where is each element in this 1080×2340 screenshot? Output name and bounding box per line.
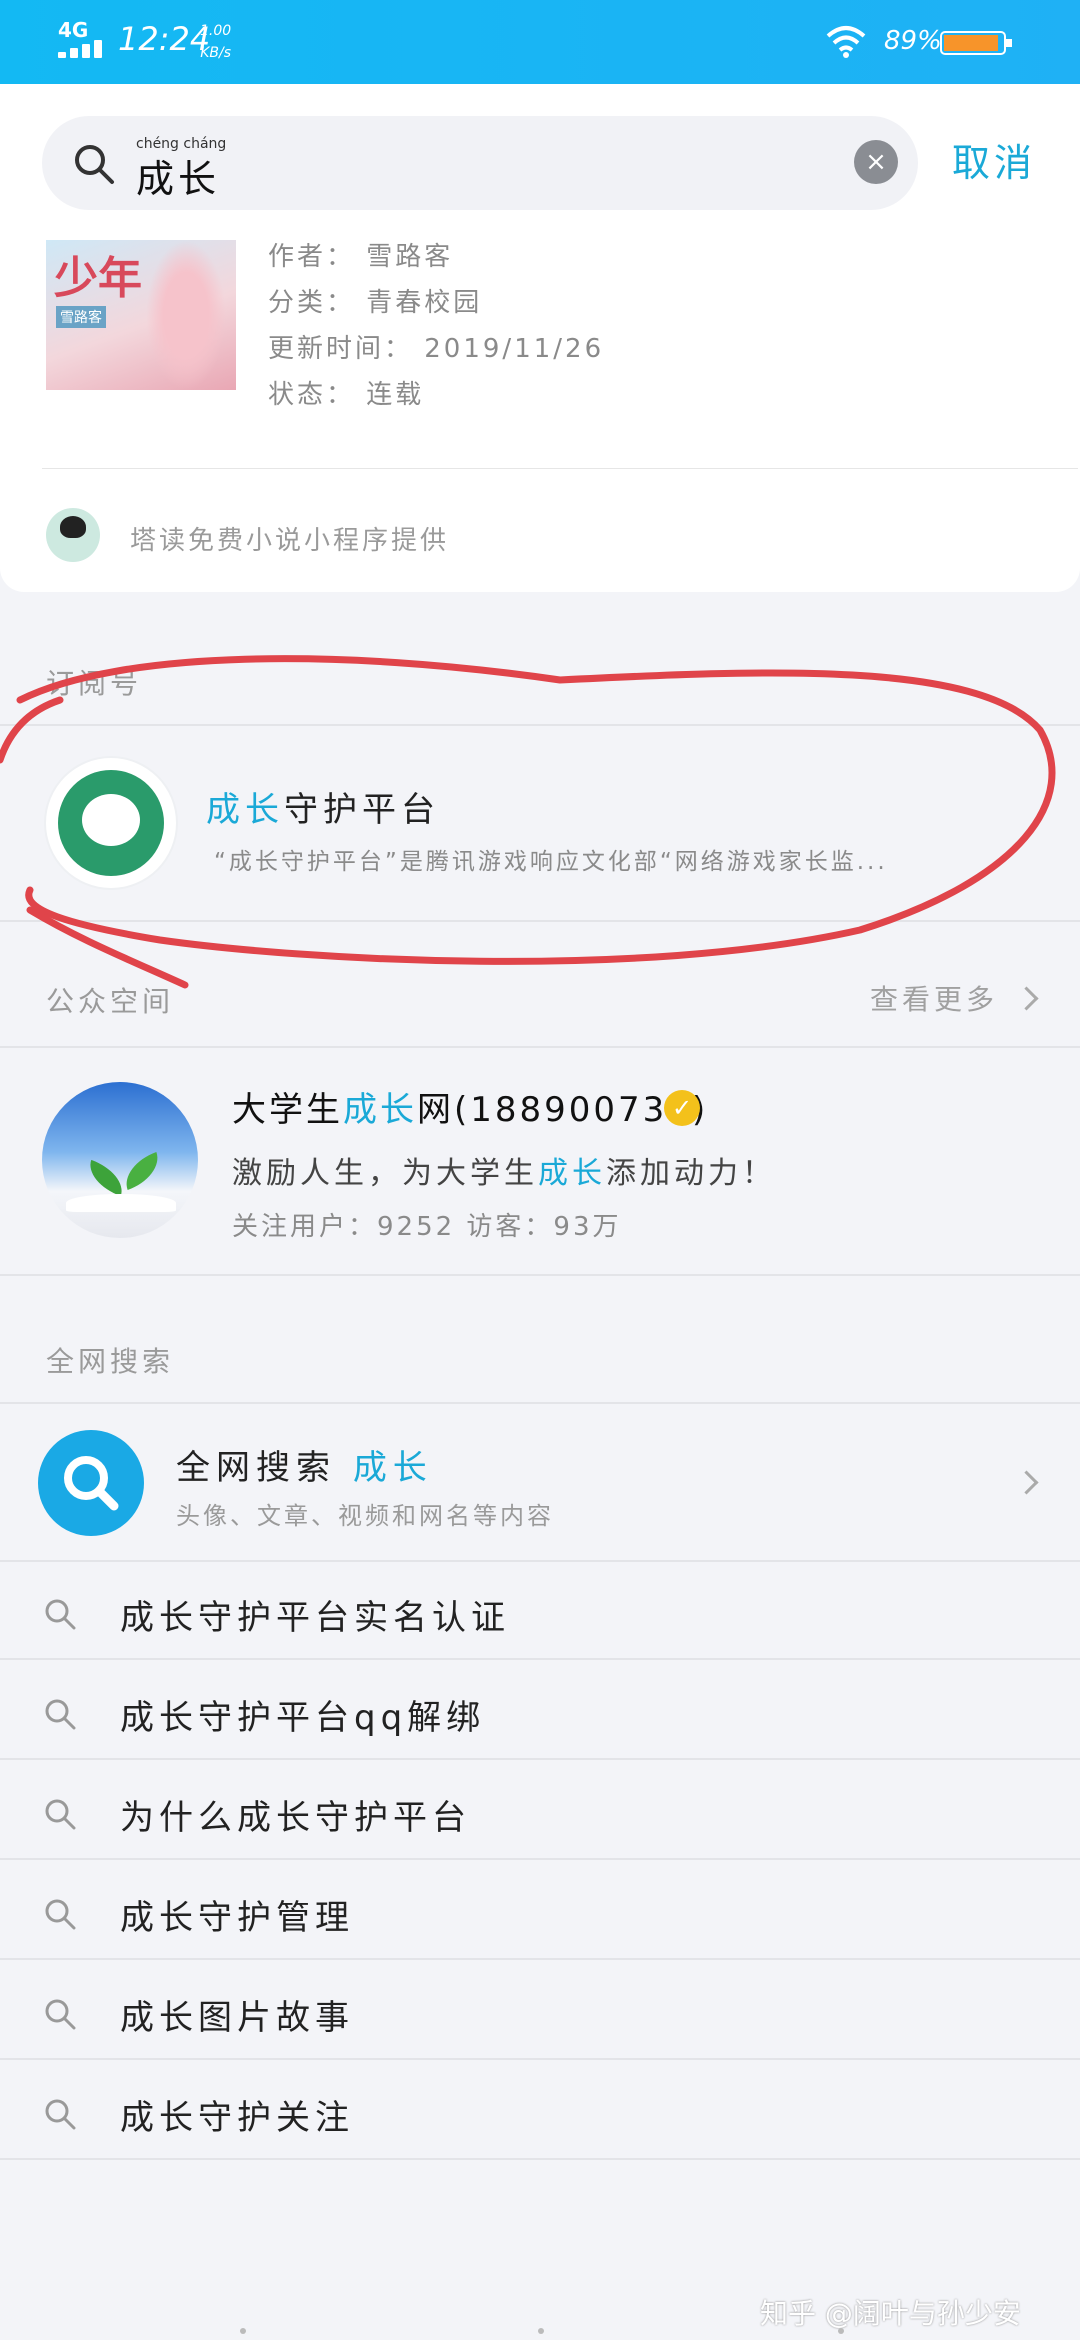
subscription-description: “成长守护平台”是腾讯游戏响应文化部“网络游戏家长监... <box>214 849 888 875</box>
network-speed: 1.00 KB/s <box>200 23 232 61</box>
battery-icon <box>940 31 1012 55</box>
provider-avatar <box>46 508 100 562</box>
suggestion-text: 成长守护平台qq解绑 <box>120 1698 486 1738</box>
wifi-icon <box>826 26 866 58</box>
suggestion-item[interactable]: 为什么成长守护平台 <box>0 1764 1080 1860</box>
chevron-right-icon <box>1014 986 1039 1011</box>
book-author: 作者： 雪路客 <box>268 242 454 272</box>
top-card: chéng cháng 成长 × 取消 少年 雪路客 作者： 雪路客 分类： 青… <box>0 84 1080 592</box>
suggestion-text: 成长守护关注 <box>120 2098 354 2138</box>
section-public-space-title: 公众空间 <box>46 985 175 1018</box>
suggestion-item[interactable]: 成长守护平台实名认证 <box>0 1564 1080 1660</box>
search-icon <box>45 1799 76 1830</box>
view-more-link[interactable]: 查看更多 <box>870 978 998 1018</box>
signal-icon <box>58 40 104 58</box>
section-web-search-title: 全网搜索 <box>46 1345 175 1378</box>
public-space-description: 激励人生，为大学生成长添加动力！ <box>232 1156 776 1191</box>
subscription-name: 成长守护平台 <box>206 790 440 830</box>
suggestion-text: 成长守护管理 <box>120 1898 354 1938</box>
battery-percent: 89% <box>884 26 942 56</box>
suggestion-text: 成长守护平台实名认证 <box>120 1598 510 1638</box>
book-cover[interactable]: 少年 雪路客 <box>46 240 236 390</box>
public-space-avatar <box>42 1082 198 1238</box>
search-input[interactable]: chéng cháng 成长 × <box>42 116 918 210</box>
cancel-button[interactable]: 取消 <box>952 132 1036 187</box>
suggestion-item[interactable]: 成长图片故事 <box>0 1964 1080 2060</box>
web-search-icon <box>38 1430 144 1536</box>
search-icon <box>45 1599 76 1630</box>
watermark: 知乎 @阔叶与孙少安 <box>760 2297 1021 2330</box>
web-search-item[interactable] <box>0 1404 1080 1560</box>
provider-text: 塔读免费小说小程序提供 <box>130 526 450 556</box>
search-icon <box>45 1899 76 1930</box>
clear-search-button[interactable]: × <box>854 140 898 184</box>
clock: 12:24 <box>118 20 211 58</box>
book-category: 分类： 青春校园 <box>268 288 483 318</box>
suggestion-item[interactable]: 成长守护关注 <box>0 2064 1080 2160</box>
web-search-title: 全网搜索 成长 <box>176 1448 433 1488</box>
network-type: 4G <box>58 18 89 42</box>
suggestion-item[interactable]: 成长守护管理 <box>0 1864 1080 1960</box>
suggestion-text: 成长图片故事 <box>120 1998 354 2038</box>
subscription-avatar <box>46 758 176 888</box>
search-icon <box>45 2099 76 2130</box>
web-search-subtitle: 头像、文章、视频和网名等内容 <box>176 1502 554 1530</box>
status-bar: 4G 12:24 1.00 KB/s 89% <box>0 0 1080 84</box>
suggestion-item[interactable]: 成长守护平台qq解绑 <box>0 1664 1080 1760</box>
book-status: 状态： 连载 <box>268 380 425 410</box>
search-icon <box>45 1999 76 2030</box>
public-space-stats: 关注用户：9252 访客：93万 <box>232 1212 622 1242</box>
search-icon <box>75 145 114 184</box>
verified-icon: ✓ <box>664 1090 700 1126</box>
public-space-name: 大学生成长网(188900730) <box>232 1090 709 1130</box>
search-query: chéng cháng 成长 <box>136 136 227 201</box>
suggestion-text: 为什么成长守护平台 <box>120 1798 471 1838</box>
search-row: chéng cháng 成长 × 取消 <box>0 84 1080 234</box>
section-subscription-title: 订阅号 <box>46 667 143 700</box>
search-icon <box>45 1699 76 1730</box>
book-updated: 更新时间： 2019/11/26 <box>268 334 605 364</box>
